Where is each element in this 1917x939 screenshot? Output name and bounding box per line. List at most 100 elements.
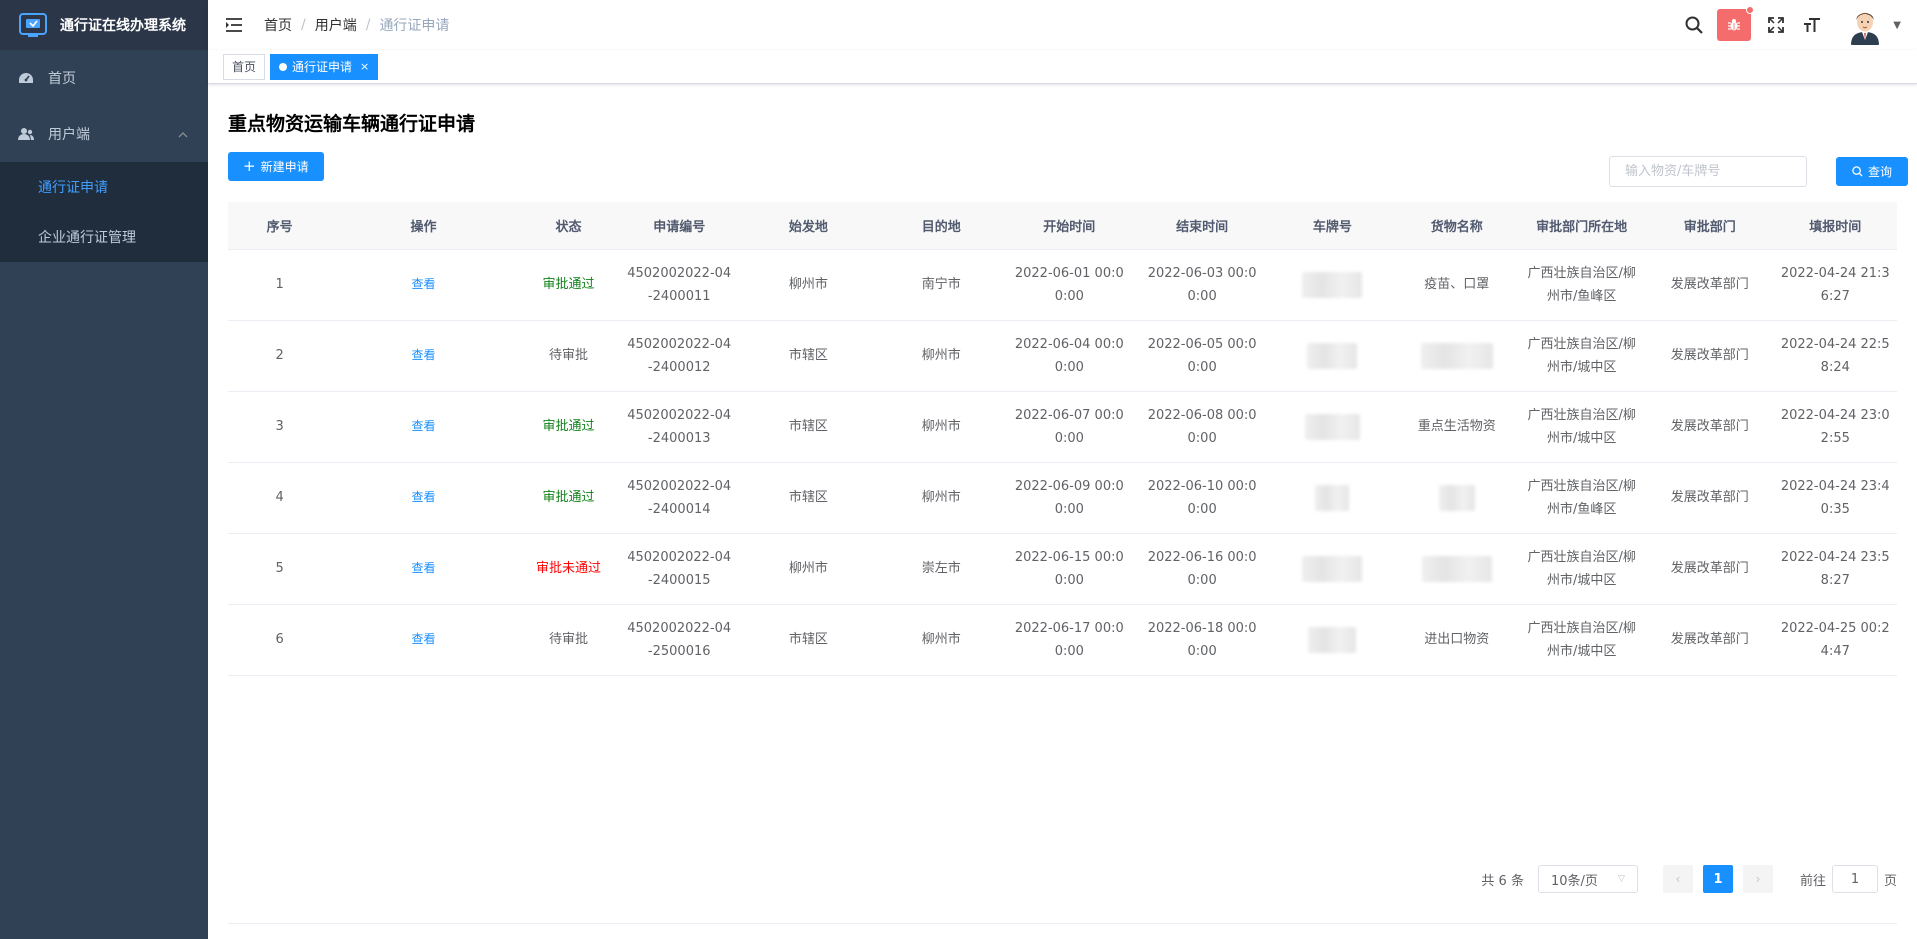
app-logo[interactable]: 通行证在线办理系统 — [0, 0, 208, 50]
cell-text: 柳州市 — [788, 561, 828, 576]
cell-code: 4502002022-04-2500016 — [621, 604, 738, 676]
cell-text: 1 — [275, 277, 284, 292]
search-input[interactable] — [1609, 156, 1807, 187]
table-row: 4 查看 审批通过 4502002022-04-2400014 市辖区 柳州市 2022-0… — [228, 462, 1897, 534]
close-icon[interactable]: × — [360, 55, 369, 79]
cell-text: 2022-06-16 00:00:00 — [1147, 549, 1257, 588]
tag-home[interactable]: 首页 — [223, 53, 266, 80]
breadcrumb-item[interactable]: 首页 — [264, 15, 292, 35]
cell-text: 广西壮族自治区/柳州市/城中区 — [1527, 407, 1636, 446]
cell-text: 2022-04-24 22:58:24 — [1780, 336, 1890, 375]
view-link[interactable]: 查看 — [412, 632, 436, 646]
hamburger-icon[interactable] — [214, 0, 254, 50]
submenu-user: 通行证申请 企业通行证管理 — [0, 162, 208, 262]
fullscreen-icon[interactable] — [1759, 0, 1793, 50]
page-title: 重点物资运输车辆通行证申请 — [228, 113, 476, 135]
search-icon[interactable] — [1677, 0, 1711, 50]
total-count: 共 6 条 — [1481, 873, 1524, 889]
cell-text: 柳州市 — [921, 419, 961, 434]
logo-icon — [19, 13, 47, 37]
sidebar-item-permit-manage[interactable]: 企业通行证管理 — [0, 212, 208, 262]
column-header: 序号 — [228, 202, 332, 250]
page-number-current[interactable]: 1 — [1702, 865, 1733, 893]
cell-text: 南宁市 — [921, 277, 961, 292]
goto-page-input[interactable] — [1831, 865, 1878, 893]
table-row: 1 查看 审批通过 4502002022-04-2400011 柳州市 南宁市 2022-0… — [228, 249, 1897, 321]
plus-icon: + — [243, 157, 256, 175]
cell-text: 市辖区 — [788, 490, 828, 505]
breadcrumb-item[interactable]: 用户端 — [315, 15, 357, 35]
cell-op: 查看 — [331, 604, 516, 676]
user-avatar-dropdown[interactable]: ▼ — [1845, 5, 1901, 45]
cell-text: 2022-06-03 00:00:00 — [1147, 265, 1257, 304]
redacted-block — [1307, 342, 1358, 369]
cell-start: 2022-06-09 00:00:00 — [1002, 462, 1136, 534]
cell-text: 2022-06-18 00:00:00 — [1147, 620, 1257, 659]
prev-page-button[interactable]: ‹ — [1662, 865, 1693, 893]
tag-label: 首页 — [232, 59, 257, 74]
cell-goods — [1396, 320, 1518, 392]
cell-no: 4 — [228, 462, 332, 534]
cell-filed: 2022-04-24 23:40:35 — [1773, 462, 1897, 534]
cell-text: 2022-04-24 23:02:55 — [1780, 407, 1890, 446]
cell-text: 发展改革部门 — [1670, 348, 1749, 363]
view-link[interactable]: 查看 — [412, 490, 436, 504]
cell-text: 2022-04-25 00:24:47 — [1780, 620, 1890, 659]
column-header: 结束时间 — [1135, 202, 1269, 250]
cell-code: 4502002022-04-2400011 — [621, 249, 738, 321]
column-header: 填报时间 — [1773, 202, 1897, 250]
cell-text: 柳州市 — [921, 348, 961, 363]
page-size-select[interactable]: 10条/页 ▽ — [1537, 865, 1638, 893]
cell-goods: 重点生活物资 — [1396, 391, 1518, 463]
cell-text: 发展改革部门 — [1670, 490, 1749, 505]
column-header: 操作 — [331, 202, 516, 250]
view-link[interactable]: 查看 — [412, 277, 436, 291]
bug-icon[interactable] — [1717, 6, 1755, 41]
cell-code: 4502002022-04-2400012 — [621, 320, 738, 392]
view-link[interactable]: 查看 — [412, 561, 436, 575]
cell-dept: 发展改革部门 — [1645, 320, 1774, 392]
chevron-down-icon: ▽ — [1618, 874, 1625, 884]
font-size-icon[interactable] — [1795, 0, 1829, 50]
cell-dept-loc: 广西壮族自治区/柳州市/鱼峰区 — [1517, 249, 1646, 321]
search-icon — [1852, 166, 1863, 177]
breadcrumb-separator: / — [301, 17, 306, 33]
cell-end: 2022-06-05 00:00:00 — [1135, 320, 1269, 392]
column-header: 货物名称 — [1396, 202, 1518, 250]
tag-label: 通行证申请 — [292, 59, 353, 74]
cell-text: 崇左市 — [921, 561, 961, 576]
sidebar-item-home[interactable]: 首页 — [0, 50, 208, 106]
column-header: 申请编号 — [621, 202, 738, 250]
view-link[interactable]: 查看 — [412, 419, 436, 433]
cell-status: 待审批 — [515, 320, 622, 392]
column-header: 始发地 — [737, 202, 880, 250]
cell-to: 柳州市 — [879, 604, 1003, 676]
cell-dept-loc: 广西壮族自治区/柳州市/城中区 — [1517, 320, 1646, 392]
sidebar-item-permit-apply[interactable]: 通行证申请 — [0, 162, 208, 212]
cell-text: 广西壮族自治区/柳州市/城中区 — [1527, 336, 1636, 375]
cell-text: 2022-04-24 23:58:27 — [1780, 549, 1890, 588]
new-application-button[interactable]: + 新建申请 — [228, 152, 324, 181]
tag-permit-apply[interactable]: 通行证申请 × — [270, 53, 379, 80]
cell-text: 发展改革部门 — [1670, 419, 1749, 434]
sidebar-item-label: 用户端 — [48, 127, 90, 143]
sidebar-item-user[interactable]: 用户端 — [0, 106, 208, 162]
query-button[interactable]: 查询 — [1836, 157, 1908, 186]
cell-filed: 2022-04-24 23:58:27 — [1773, 533, 1897, 605]
next-page-button[interactable]: › — [1742, 865, 1773, 893]
dashboard-icon — [18, 70, 34, 86]
table-row: 6 查看 待审批 4502002022-04-2500016 市辖区 柳州市 2022-06… — [228, 604, 1897, 676]
cell-dept: 发展改革部门 — [1645, 391, 1774, 463]
navbar: 首页 / 用户端 / 通行证申请 ▼ — [208, 0, 1917, 50]
cell-text: 2022-06-07 00:00:00 — [1014, 407, 1124, 446]
cell-text: 柳州市 — [921, 490, 961, 505]
table-row: 5 查看 审批未通过 4502002022-04-2400015 柳州市 崇左市 2022-… — [228, 533, 1897, 605]
view-link[interactable]: 查看 — [412, 348, 436, 362]
cell-goods: 进出口物资 — [1396, 604, 1518, 676]
cell-text: 广西壮族自治区/柳州市/城中区 — [1527, 549, 1636, 588]
cell-op: 查看 — [331, 533, 516, 605]
cell-plate — [1268, 320, 1397, 392]
cell-dept: 发展改革部门 — [1645, 533, 1774, 605]
cell-plate — [1268, 391, 1397, 463]
cell-text: 2022-06-17 00:00:00 — [1014, 620, 1124, 659]
